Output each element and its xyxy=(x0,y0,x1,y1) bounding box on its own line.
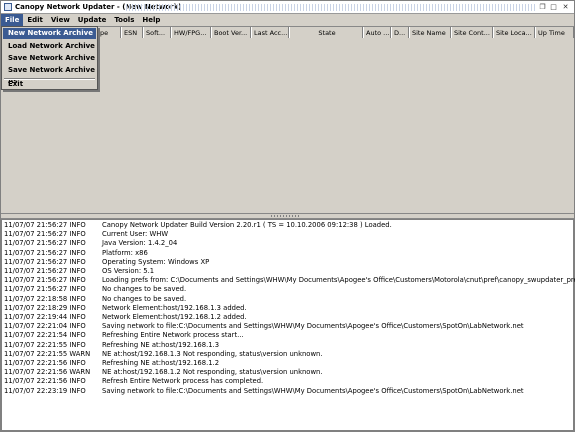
log-message: Java Version: 1.4.2_04 xyxy=(102,239,178,248)
log-message: NE at:host/192.168.1.2 Not responding, s… xyxy=(102,368,323,377)
title-bar[interactable]: Canopy Network Updater - (New Network) ❐… xyxy=(1,1,574,14)
log-timestamp: 11/07/07 22:21:56 WARN xyxy=(4,368,91,377)
log-message: No changes to be saved. xyxy=(102,294,187,303)
log-timestamp: 11/07/07 21:56:27 INFO xyxy=(4,230,86,239)
col-d[interactable]: D... xyxy=(391,27,409,38)
close-icon[interactable]: ✕ xyxy=(561,3,570,11)
col-state[interactable]: State xyxy=(289,27,363,38)
log-timestamp: 11/07/07 22:21:04 INFO xyxy=(4,322,86,331)
log-message: Refresh Entire Network process has compl… xyxy=(102,377,264,386)
log-timestamp: 11/07/07 21:56:27 INFO xyxy=(4,221,86,229)
log-timestamp: 11/07/07 22:18:58 INFO xyxy=(4,294,86,303)
maximize-icon[interactable]: □ xyxy=(549,3,558,11)
file-menu-dropdown: New Network Archive Load Network Archive… xyxy=(1,26,98,90)
log-timestamp: 11/07/07 21:56:27 INFO xyxy=(4,285,86,294)
log-message: Refreshing NE at:host/192.168.1.3 xyxy=(102,340,220,349)
log-message: No changes to be saved. xyxy=(102,285,187,294)
log-timestamp: 11/07/07 22:21:56 INFO xyxy=(4,359,86,367)
log-panel[interactable]: 11/07/07 21:56:27 INFO Canopy Network Upd… xyxy=(1,219,575,431)
col-software[interactable]: Soft... xyxy=(143,27,171,38)
menu-update[interactable]: Update xyxy=(74,14,111,26)
log-timestamp: 11/07/07 21:56:27 INFO xyxy=(4,248,86,257)
log-message: Loading prefs from: C:\Documents and Set… xyxy=(102,276,575,285)
col-last-access[interactable]: Last Acc... xyxy=(251,27,289,38)
log-message: Refreshing NE at:host/192.168.1.2 xyxy=(102,359,220,367)
menu-edit[interactable]: Edit xyxy=(23,14,47,26)
log-timestamp: 11/07/07 22:21:54 INFO xyxy=(4,331,86,340)
col-type[interactable]: pe xyxy=(97,27,121,38)
log-timestamp: 11/07/07 22:18:29 INFO xyxy=(4,303,86,312)
log-timestamp: 11/07/07 21:56:27 INFO xyxy=(4,257,86,266)
log-message: Saving network to file:C:\Documents and … xyxy=(102,322,524,331)
log-timestamp: 11/07/07 22:23:19 INFO xyxy=(4,386,86,395)
log-message: Network Element:host/192.168.1.3 added. xyxy=(102,303,247,312)
log-timestamp: 11/07/07 21:56:27 INFO xyxy=(4,267,86,275)
log-timestamp: 11/07/07 22:19:44 INFO xyxy=(4,313,86,321)
log-message: Operating System: Windows XP xyxy=(102,257,210,266)
col-site-location[interactable]: Site Loca... xyxy=(493,27,535,38)
col-site-contact[interactable]: Site Cont... xyxy=(451,27,493,38)
col-up-time[interactable]: Up Time xyxy=(535,27,574,38)
menu-item-load-network-archive[interactable]: Load Network Archive xyxy=(3,41,96,52)
splitter-grip xyxy=(271,215,301,217)
col-auto[interactable]: Auto ... xyxy=(363,27,391,38)
title-grip xyxy=(126,4,536,11)
app-icon xyxy=(4,3,12,11)
log-message: NE at:host/192.168.1.3 Not responding, s… xyxy=(102,349,323,358)
log-message: Refreshing Entire Network process start.… xyxy=(102,331,244,340)
menu-tools[interactable]: Tools xyxy=(110,14,138,26)
restore-icon[interactable]: ❐ xyxy=(538,3,547,11)
log-message: Current User: WHW xyxy=(102,230,169,239)
log-timestamp: 11/07/07 22:21:56 INFO xyxy=(4,377,86,386)
log-timestamp: 11/07/07 22:21:55 INFO xyxy=(4,340,86,349)
col-esn[interactable]: ESN xyxy=(121,27,143,38)
log-message: Platform: x86 xyxy=(102,248,148,257)
menu-help[interactable]: Help xyxy=(138,14,164,26)
log-timestamp: 11/07/07 21:56:27 INFO xyxy=(4,239,86,248)
menu-item-exit[interactable]: Exit xyxy=(3,79,96,90)
log-timestamp: 11/07/07 21:56:27 INFO xyxy=(4,276,86,285)
menu-file[interactable]: File xyxy=(1,14,24,26)
menu-bar: File Edit View Update Tools Help xyxy=(1,14,574,26)
menu-item-new-network-archive[interactable]: New Network Archive xyxy=(3,28,96,39)
log-message: Saving network to file:C:\Documents and … xyxy=(102,386,524,395)
col-boot-version[interactable]: Boot Ver... xyxy=(211,27,251,38)
menu-item-save-network-archive[interactable]: Save Network Archive xyxy=(3,53,96,64)
menu-view[interactable]: View xyxy=(47,14,74,26)
col-site-name[interactable]: Site Name xyxy=(409,27,451,38)
log-timestamp: 11/07/07 22:21:55 WARN xyxy=(4,349,91,358)
log-message: Network Element:host/192.168.1.2 added. xyxy=(102,313,247,321)
log-message: Canopy Network Updater Build Version 2.2… xyxy=(102,221,392,229)
app-window: Canopy Network Updater - (New Network) ❐… xyxy=(0,0,575,432)
col-hw-fpga[interactable]: HW/FPG... xyxy=(171,27,211,38)
log-message: OS Version: 5.1 xyxy=(102,267,155,275)
menu-item-save-network-archive-as[interactable]: Save Network Archive As xyxy=(3,65,96,85)
